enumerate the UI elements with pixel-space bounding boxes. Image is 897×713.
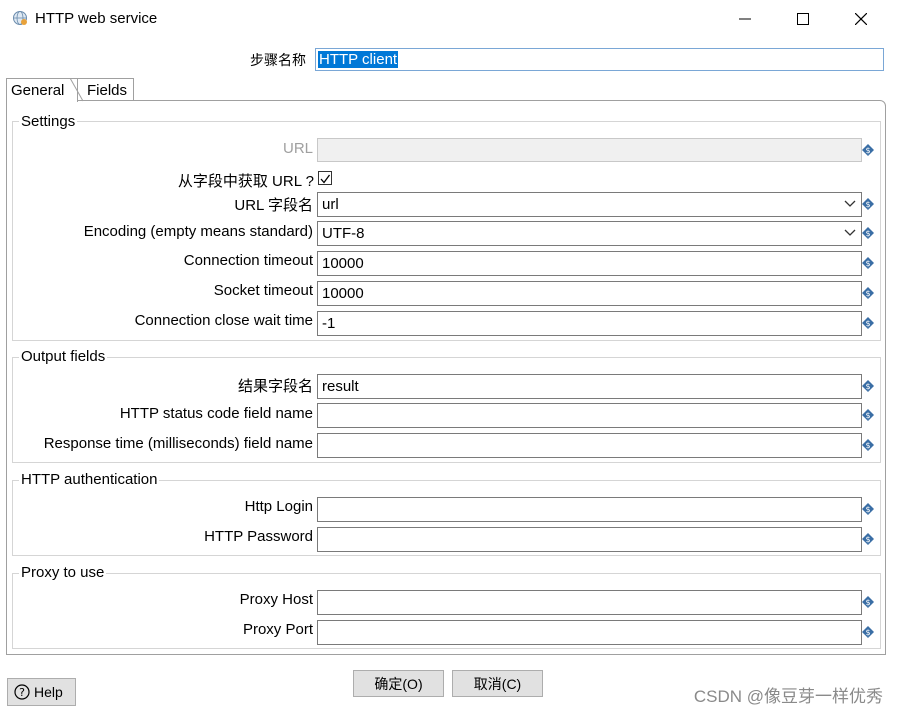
variable-icon[interactable]: $ bbox=[862, 596, 874, 608]
variable-icon[interactable]: $ bbox=[862, 227, 874, 239]
svg-text:$: $ bbox=[865, 441, 870, 450]
proxy-port-input[interactable] bbox=[317, 620, 862, 645]
help-label: Help bbox=[34, 684, 63, 700]
svg-text:$: $ bbox=[865, 382, 870, 391]
svg-text:$: $ bbox=[865, 200, 870, 209]
svg-text:$: $ bbox=[865, 628, 870, 637]
svg-text:$: $ bbox=[865, 289, 870, 298]
close-button[interactable] bbox=[838, 0, 884, 38]
url-field-value: url bbox=[322, 196, 339, 213]
step-name-input[interactable]: HTTP client bbox=[315, 48, 884, 71]
url-field-select[interactable]: url bbox=[317, 192, 862, 217]
url-label: URL bbox=[282, 140, 313, 157]
resp-time-label: Response time (milliseconds) field name bbox=[43, 435, 313, 452]
variable-icon[interactable]: $ bbox=[862, 503, 874, 515]
variable-icon[interactable]: $ bbox=[862, 198, 874, 210]
svg-text:$: $ bbox=[865, 259, 870, 268]
url-input[interactable] bbox=[317, 138, 862, 162]
result-input[interactable]: result bbox=[317, 374, 862, 399]
socket-timeout-label: Socket timeout bbox=[213, 282, 313, 299]
from-field-checkbox[interactable] bbox=[318, 171, 332, 185]
variable-icon[interactable]: $ bbox=[862, 626, 874, 638]
minimize-icon bbox=[739, 18, 751, 20]
globe-icon bbox=[13, 11, 27, 25]
proxy-port-label: Proxy Port bbox=[242, 621, 313, 638]
url-field-label: URL 字段名 bbox=[234, 197, 313, 214]
svg-text:?: ? bbox=[19, 686, 25, 699]
variable-icon[interactable]: $ bbox=[862, 409, 874, 421]
tab-general[interactable]: General bbox=[6, 78, 78, 102]
socket-timeout-input[interactable]: 10000 bbox=[317, 281, 862, 306]
maximize-button[interactable] bbox=[780, 0, 826, 38]
help-button[interactable]: ? Help bbox=[7, 678, 76, 706]
password-input[interactable] bbox=[317, 527, 862, 552]
encoding-select[interactable]: UTF-8 bbox=[317, 221, 862, 246]
proxy-group-title: Proxy to use bbox=[19, 564, 107, 581]
help-icon: ? bbox=[14, 684, 30, 700]
step-name-value: HTTP client bbox=[318, 51, 399, 68]
close-wait-input[interactable]: -1 bbox=[317, 311, 862, 336]
svg-text:$: $ bbox=[865, 598, 870, 607]
svg-text:$: $ bbox=[865, 505, 870, 514]
result-label: 结果字段名 bbox=[237, 378, 313, 395]
maximize-icon bbox=[797, 13, 809, 25]
cancel-button[interactable]: 取消(C) bbox=[452, 670, 543, 697]
variable-icon[interactable]: $ bbox=[862, 287, 874, 299]
variable-icon[interactable]: $ bbox=[862, 317, 874, 329]
output-group-title: Output fields bbox=[19, 348, 108, 365]
login-label: Http Login bbox=[244, 498, 313, 515]
login-input[interactable] bbox=[317, 497, 862, 522]
variable-icon[interactable]: $ bbox=[862, 380, 874, 392]
variable-icon[interactable]: $ bbox=[862, 257, 874, 269]
variable-icon[interactable]: $ bbox=[862, 533, 874, 545]
minimize-button[interactable] bbox=[722, 0, 768, 38]
ok-button[interactable]: 确定(O) bbox=[353, 670, 444, 697]
window-title: HTTP web service bbox=[35, 10, 158, 27]
step-name-label: 步骤名称 bbox=[250, 52, 306, 68]
from-field-label: 从字段中获取 URL ? bbox=[177, 173, 314, 190]
variable-icon[interactable]: $ bbox=[862, 439, 874, 451]
proxy-host-label: Proxy Host bbox=[239, 591, 313, 608]
tab-slant bbox=[70, 78, 84, 102]
check-icon bbox=[320, 174, 331, 184]
encoding-label: Encoding (empty means standard) bbox=[83, 223, 313, 240]
variable-icon[interactable]: $ bbox=[862, 144, 874, 156]
tab-fields[interactable]: Fields bbox=[78, 78, 134, 101]
svg-text:$: $ bbox=[865, 535, 870, 544]
resp-time-input[interactable] bbox=[317, 433, 862, 458]
status-field-input[interactable] bbox=[317, 403, 862, 428]
encoding-value: UTF-8 bbox=[322, 225, 365, 242]
svg-text:$: $ bbox=[865, 319, 870, 328]
status-field-label: HTTP status code field name bbox=[119, 405, 313, 422]
svg-text:$: $ bbox=[865, 411, 870, 420]
chevron-down-icon bbox=[844, 200, 856, 207]
auth-group-title: HTTP authentication bbox=[19, 471, 160, 488]
password-label: HTTP Password bbox=[204, 528, 313, 545]
settings-group-title: Settings bbox=[19, 113, 78, 130]
watermark-text: CSDN @像豆芽一样优秀 bbox=[693, 687, 883, 706]
proxy-host-input[interactable] bbox=[317, 590, 862, 615]
chevron-down-icon bbox=[844, 229, 856, 236]
conn-timeout-label: Connection timeout bbox=[183, 252, 313, 269]
svg-text:$: $ bbox=[865, 146, 870, 155]
close-wait-label: Connection close wait time bbox=[134, 312, 313, 329]
close-icon bbox=[855, 13, 867, 25]
conn-timeout-input[interactable]: 10000 bbox=[317, 251, 862, 276]
svg-text:$: $ bbox=[865, 229, 870, 238]
